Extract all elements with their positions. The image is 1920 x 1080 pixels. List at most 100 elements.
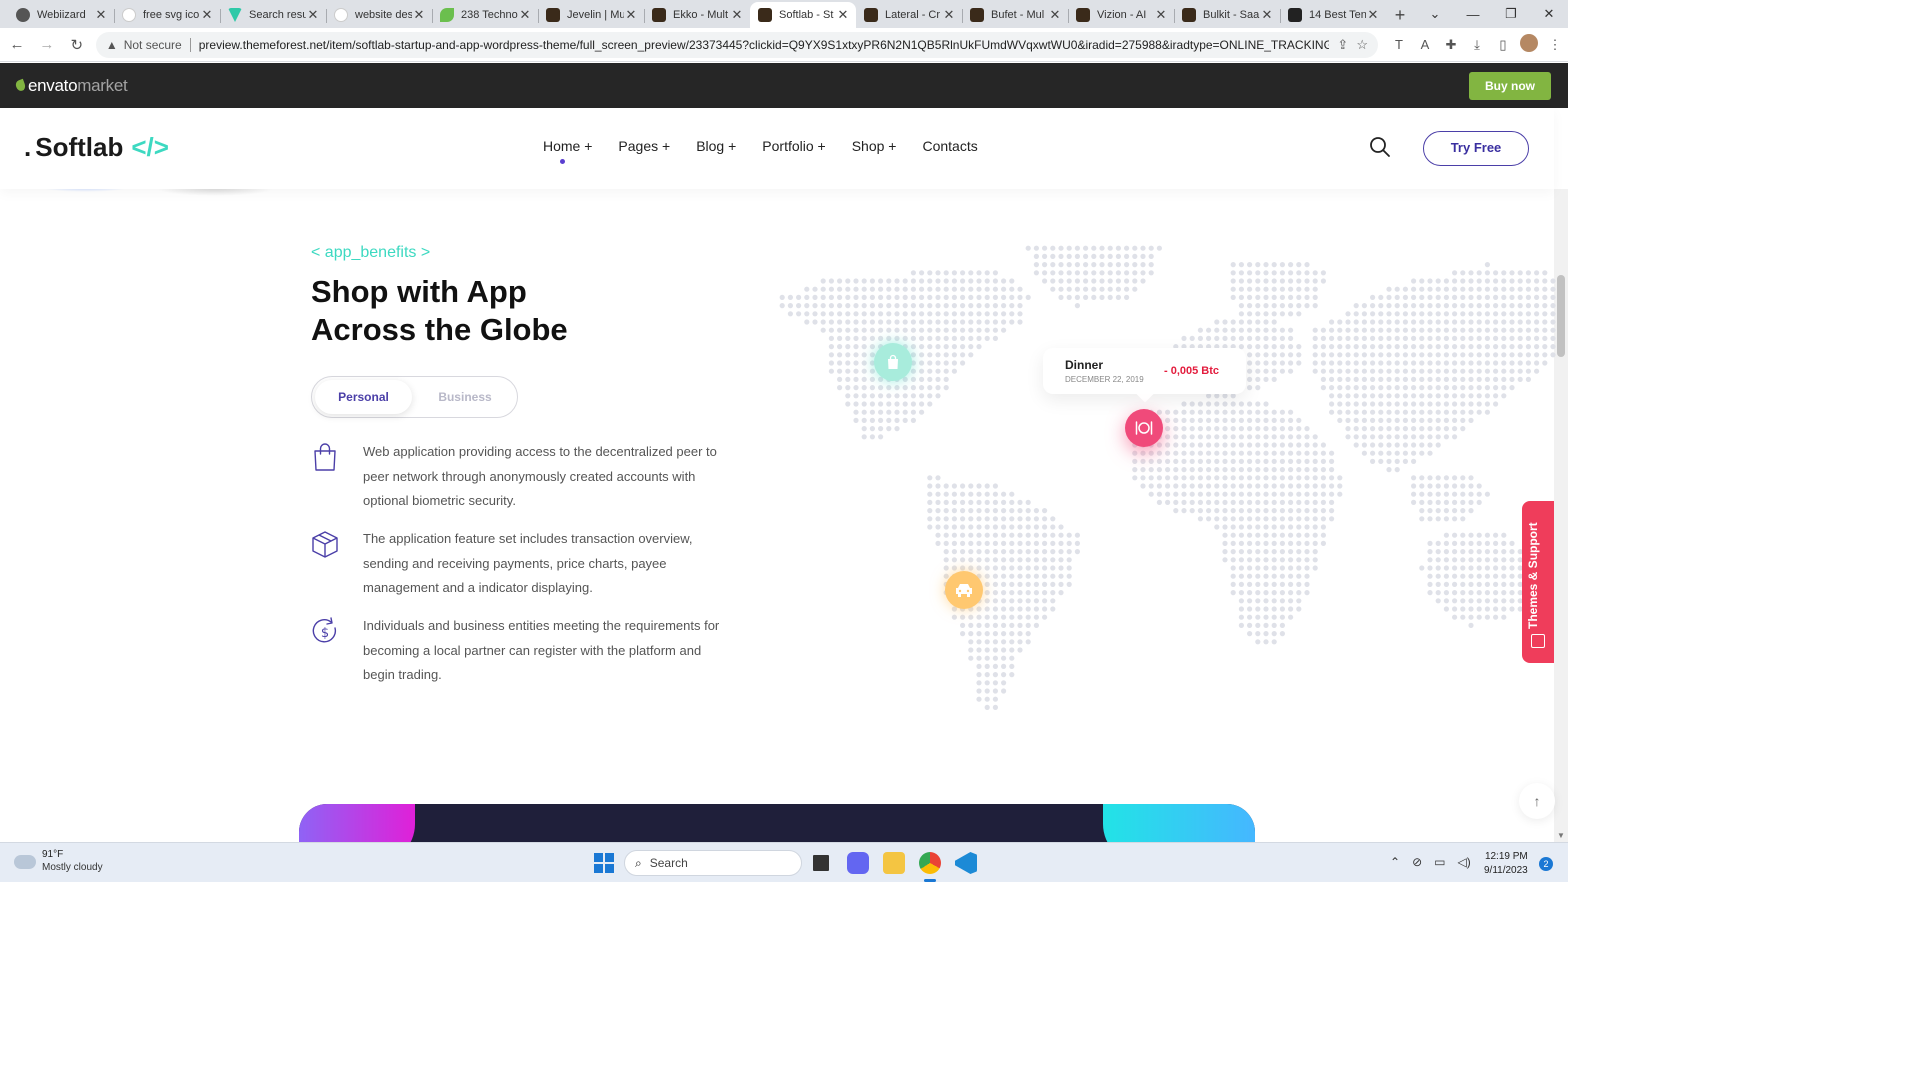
nav-pages[interactable]: Pages + [618,138,670,154]
reload-icon[interactable]: ↻ [64,32,90,58]
nav-home[interactable]: Home + [543,138,592,164]
map-dot [796,303,802,309]
menu-icon[interactable]: ⋮ [1542,37,1568,53]
forward-icon[interactable]: → [34,32,60,58]
map-pin-dinner[interactable] [1125,409,1163,447]
taskbar-search[interactable]: ⌕ Search [624,850,802,876]
search-icon[interactable] [1368,135,1392,159]
address-bar[interactable]: ▲ Not secure preview.themeforest.net/ite… [95,31,1378,58]
map-dot [1443,319,1449,325]
toggle-personal[interactable]: Personal [315,380,412,414]
map-dot [1042,245,1048,251]
browser-tab[interactable]: Vizion - AI ✕ [1068,2,1174,28]
download-icon[interactable]: ⤓ [1464,37,1490,53]
translate-icon[interactable]: T [1386,37,1412,52]
map-dot [878,393,884,399]
tab-search-icon[interactable]: ⌄ [1416,0,1454,28]
browser-tab[interactable]: Webiizard ✕ [8,2,114,28]
tab-close-icon[interactable]: ✕ [1154,7,1168,23]
share-icon[interactable]: ⇪ [1337,37,1348,53]
back-icon[interactable]: ← [4,32,30,58]
weather-widget[interactable]: 91°F Mostly cloudy [14,849,103,875]
map-dot [1402,450,1408,456]
tab-close-icon[interactable]: ✕ [94,7,108,23]
map-dot [886,327,892,333]
nav-shop[interactable]: Shop + [852,138,897,154]
tray-chevron-up-icon[interactable]: ⌃ [1390,855,1400,869]
map-dot [1083,253,1089,259]
display-icon[interactable]: ▭ [1434,855,1445,869]
new-tab-button[interactable]: + [1386,2,1414,28]
browser-tab[interactable]: website des ✕ [326,2,432,28]
browser-tab[interactable]: 238 Techno ✕ [432,2,538,28]
browser-tab[interactable]: free svg ico ✕ [114,2,220,28]
file-explorer-icon[interactable] [883,852,905,874]
tab-close-icon[interactable]: ✕ [624,7,638,23]
toggle-business[interactable]: Business [420,380,510,414]
map-dot [1148,262,1154,268]
browser-tab[interactable]: Search resu ✕ [220,2,326,28]
map-dot [1255,508,1261,514]
browser-tab[interactable]: Bufet - Mul ✕ [962,2,1068,28]
map-dot [1033,565,1039,571]
map-dot [919,286,925,292]
tab-close-icon[interactable]: ✕ [1366,7,1380,23]
windows-start-icon[interactable] [594,853,614,873]
task-view-icon[interactable] [810,852,832,874]
tab-close-icon[interactable]: ✕ [306,7,320,23]
tab-close-icon[interactable]: ✕ [200,7,214,23]
browser-tab[interactable]: Bulkit - Saa ✕ [1174,2,1280,28]
search-icon: ⌕ [635,855,642,870]
buy-now-button[interactable]: Buy now [1469,71,1551,100]
map-dot [1312,270,1318,276]
map-dot [1493,294,1499,300]
browser-tab[interactable]: 14 Best Ten ✕ [1280,2,1386,28]
side-panel-icon[interactable]: ▯ [1490,37,1516,53]
nav-contacts[interactable]: Contacts [922,138,977,154]
nav-portfolio[interactable]: Portfolio + [762,138,825,154]
back-to-top-button[interactable]: ↑ [1519,783,1555,819]
close-window-button[interactable]: ✕ [1530,0,1568,28]
map-dot [1509,581,1515,587]
profile-avatar[interactable] [1516,34,1542,55]
extension-a-icon[interactable]: A [1412,37,1438,52]
restore-button[interactable]: ❐ [1492,0,1530,28]
taskbar-clock[interactable]: 12:19 PM 9/11/2023 [1484,850,1528,878]
notification-badge[interactable]: 2 [1539,857,1553,871]
tab-close-icon[interactable]: ✕ [412,7,426,23]
tab-close-icon[interactable]: ✕ [836,7,850,23]
browser-tab[interactable]: Ekko - Mult ✕ [644,2,750,28]
tab-close-icon[interactable]: ✕ [518,7,532,23]
url-text[interactable]: preview.themeforest.net/item/softlab-sta… [199,38,1330,52]
map-dot [1476,581,1482,587]
nav-blog[interactable]: Blog + [696,138,736,154]
browser-tab[interactable]: Jevelin | Mu ✕ [538,2,644,28]
vscode-icon[interactable] [955,852,977,874]
scroll-down-arrow-icon[interactable]: ▼ [1557,831,1565,840]
map-pin-shop[interactable] [874,343,912,381]
themes-support-tab[interactable]: Themes & Support [1522,501,1554,663]
network-off-icon[interactable]: ⊘ [1412,855,1422,869]
map-dot [1296,475,1302,481]
teams-chat-icon[interactable] [847,852,869,874]
browser-tab[interactable]: Softlab - St ✕ [750,2,856,28]
puzzle-icon[interactable]: ✚ [1438,37,1464,53]
map-dot [1263,557,1269,563]
tab-close-icon[interactable]: ✕ [1260,7,1274,23]
bookmark-star-icon[interactable]: ☆ [1356,37,1368,53]
chrome-icon[interactable] [919,852,941,874]
map-dot [927,376,933,382]
tab-close-icon[interactable]: ✕ [730,7,744,23]
envato-logo[interactable]: envato market [14,76,128,96]
minimize-button[interactable]: — [1454,0,1492,28]
map-dot [1066,581,1072,587]
try-free-button[interactable]: Try Free [1423,131,1529,166]
map-dot [1050,532,1056,538]
tab-close-icon[interactable]: ✕ [1048,7,1062,23]
map-pin-taxi[interactable] [945,571,983,609]
tab-close-icon[interactable]: ✕ [942,7,956,23]
browser-tab[interactable]: Lateral - Cr ✕ [856,2,962,28]
speaker-icon[interactable]: ◁) [1457,855,1470,869]
site-logo[interactable]: . Softlab </> [24,132,169,163]
map-dot [1468,286,1474,292]
